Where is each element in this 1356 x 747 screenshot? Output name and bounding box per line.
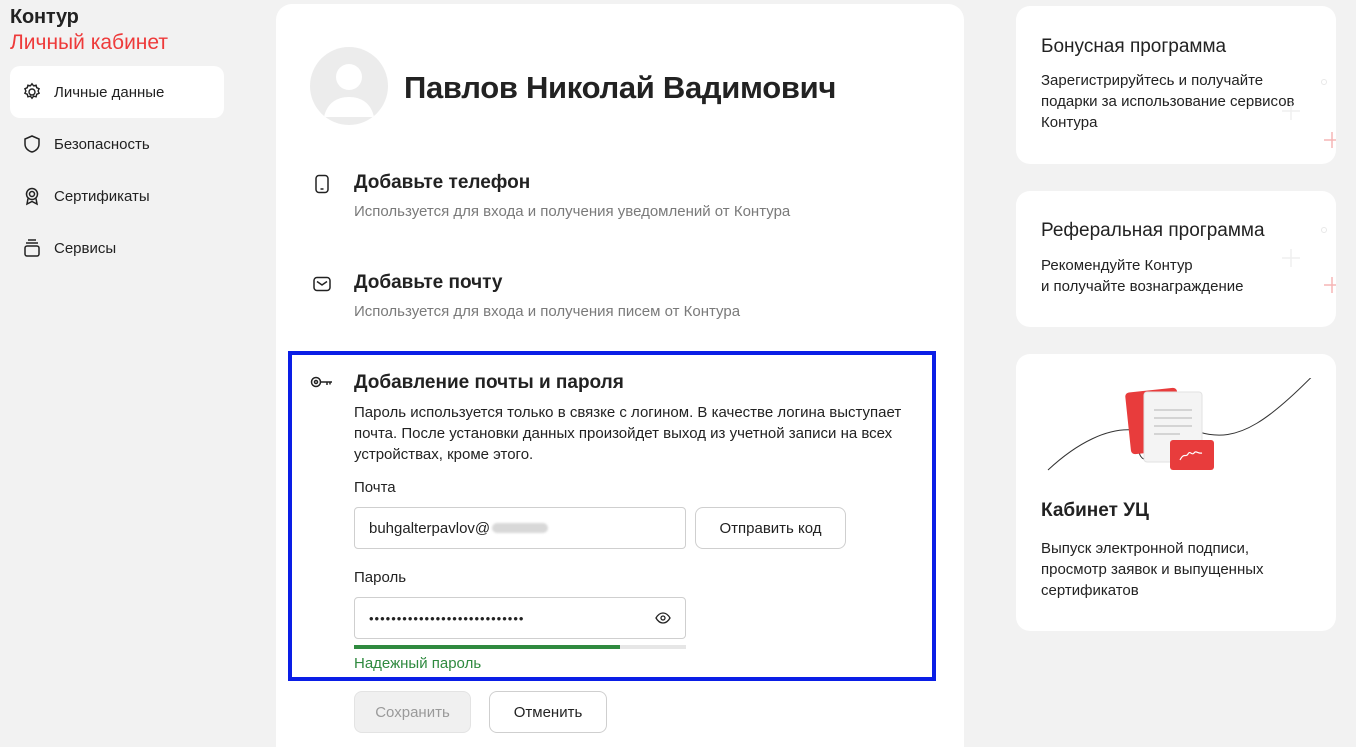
email-label: Почта — [354, 479, 396, 496]
uc-cabinet-card[interactable]: Кабинет УЦ Выпуск электронной подписи, п… — [1016, 354, 1336, 631]
add-phone-section[interactable]: Добавьте телефон Используется для входа … — [312, 172, 912, 232]
password-strength-text: Надежный пароль — [354, 655, 482, 672]
password-field[interactable]: •••••••••••••••••••••••••••• — [354, 597, 686, 639]
sparkle-decoration-icon — [1282, 227, 1336, 293]
sidebar-item-certificates[interactable]: Сертификаты — [10, 170, 224, 222]
add-email-description: Используется для входа и получения писем… — [354, 303, 741, 320]
gear-icon — [22, 82, 42, 102]
sidebar-item-label: Сертификаты — [54, 187, 150, 205]
referral-program-text-line1: Рекомендуйте Контур — [1041, 257, 1193, 274]
bonus-program-title: Бонусная программа — [1041, 36, 1227, 57]
password-strength-fill — [354, 645, 620, 649]
redacted-domain — [492, 523, 549, 533]
eye-icon[interactable] — [655, 611, 671, 629]
brand-subtitle: Личный кабинет — [10, 31, 168, 54]
mail-icon — [312, 274, 332, 294]
certificate-icon — [22, 186, 42, 206]
signature-document-illustration — [1047, 378, 1312, 471]
brand-name: Контур — [10, 6, 79, 28]
send-code-button[interactable]: Отправить код — [695, 507, 846, 549]
sidebar-item-services[interactable]: Сервисы — [10, 222, 224, 274]
email-field[interactable]: buhgalterpavlov@ — [354, 507, 686, 549]
cancel-button[interactable]: Отменить — [489, 691, 607, 733]
sidebar-item-label: Личные данные — [54, 83, 165, 101]
password-strength-bar — [354, 645, 686, 649]
add-phone-title[interactable]: Добавьте телефон — [354, 172, 530, 194]
uc-cabinet-text: Выпуск электронной подписи, просмотр зая… — [1041, 540, 1264, 599]
bonus-program-card[interactable]: Бонусная программа Зарегистрируйтесь и п… — [1016, 6, 1336, 164]
password-value: •••••••••••••••••••••••••••• — [369, 610, 525, 626]
brand: Контур Личный кабинет — [10, 4, 168, 56]
add-email-title[interactable]: Добавьте почту — [354, 272, 503, 294]
page-title: Павлов Николай Вадимович — [404, 70, 837, 105]
phone-icon — [312, 174, 332, 194]
sidebar-item-security[interactable]: Безопасность — [10, 118, 224, 170]
password-section-title: Добавление почты и пароля — [354, 372, 624, 393]
add-phone-description: Используется для входа и получения уведо… — [354, 203, 791, 220]
bonus-program-text: Зарегистрируйтесь и получайте подарки за… — [1041, 72, 1295, 131]
referral-program-text-line2: и получайте вознаграждение — [1041, 278, 1244, 295]
sidebar-item-label: Сервисы — [54, 239, 117, 257]
sidebar-nav: Личные данные Безопасность Сертификаты С… — [10, 66, 224, 274]
key-icon — [310, 374, 334, 395]
services-icon — [22, 238, 42, 258]
referral-program-card[interactable]: Реферальная программа Рекомендуйте Конту… — [1016, 191, 1336, 327]
password-section-description: Пароль используется только в связке с ло… — [354, 404, 902, 463]
add-email-section[interactable]: Добавьте почту Используется для входа и … — [312, 272, 912, 332]
password-label: Пароль — [354, 569, 407, 586]
avatar[interactable] — [310, 47, 388, 125]
sparkle-decoration-icon — [1282, 79, 1336, 148]
sidebar-item-label: Безопасность — [54, 135, 150, 153]
save-button[interactable]: Сохранить — [354, 691, 471, 733]
shield-icon — [22, 134, 42, 154]
sidebar-item-personal-data[interactable]: Личные данные — [10, 66, 224, 118]
uc-cabinet-title: Кабинет УЦ — [1041, 500, 1149, 521]
email-value: buhgalterpavlov@ — [369, 519, 491, 537]
referral-program-title: Реферальная программа — [1041, 220, 1265, 241]
